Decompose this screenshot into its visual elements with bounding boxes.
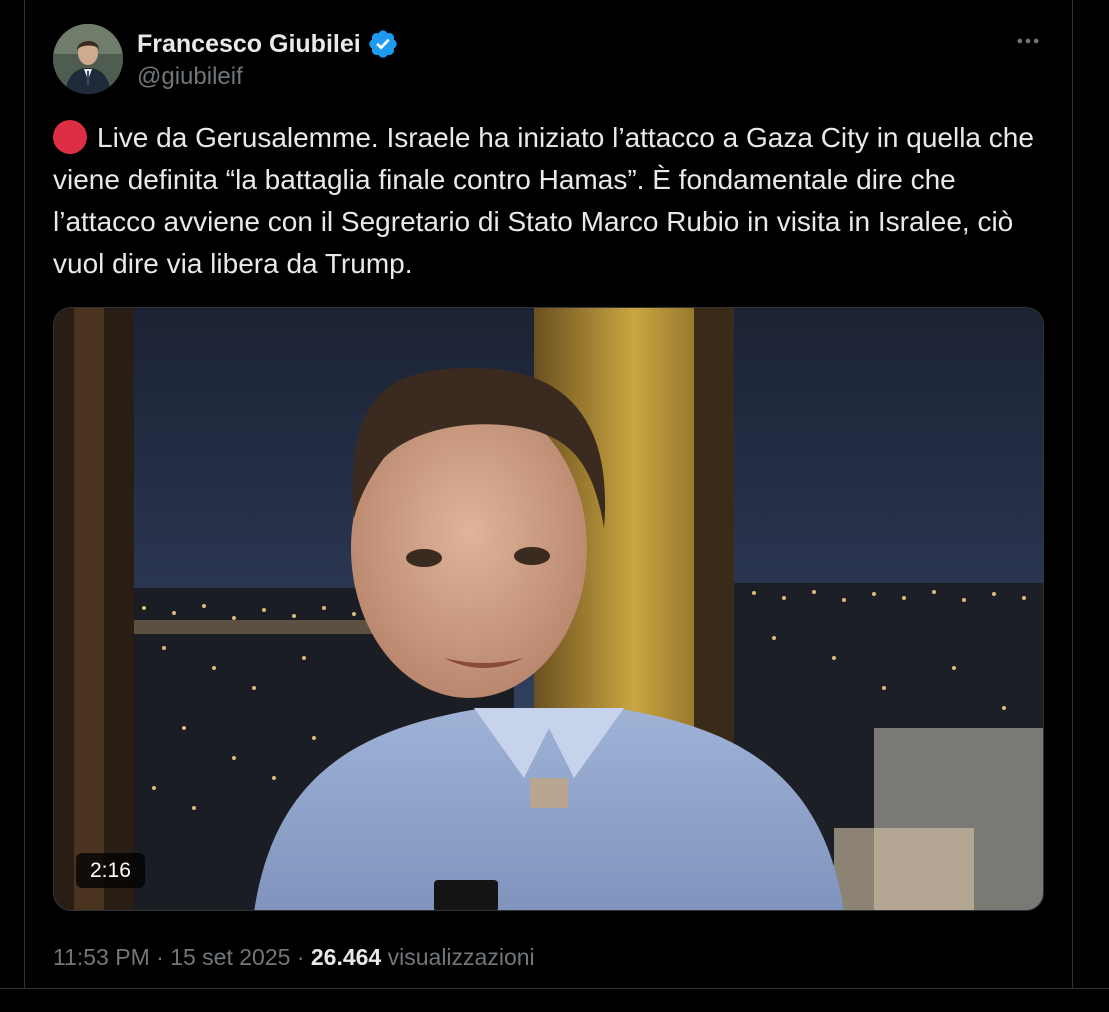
tweet-body: Live da Gerusalemme. Israele ha iniziato… [53,117,1043,285]
divider [0,988,1109,989]
meta-separator: · [296,944,305,970]
video-player[interactable] [53,307,1044,911]
post-meta: 11:53 PM · 15 set 2025 · 26.464 visualiz… [53,944,535,971]
red-circle-icon [53,120,87,154]
video-duration-badge: 2:16 [76,853,145,888]
avatar[interactable] [53,24,123,94]
meta-separator: · [156,944,164,970]
tweet-text: Live da Gerusalemme. Israele ha iniziato… [53,122,1034,279]
author-handle[interactable]: @giubileif [137,63,243,91]
post-date[interactable]: 15 set 2025 [170,944,290,970]
views-count[interactable]: 26.464 [311,944,381,970]
views-label[interactable]: visualizzazioni [388,944,535,970]
post-time[interactable]: 11:53 PM [53,944,150,970]
author-name-row[interactable]: Francesco Giubilei [137,28,399,60]
verified-badge-icon[interactable] [367,28,399,60]
author-name[interactable]: Francesco Giubilei [137,30,361,59]
more-horizontal-icon[interactable] [1010,26,1046,56]
